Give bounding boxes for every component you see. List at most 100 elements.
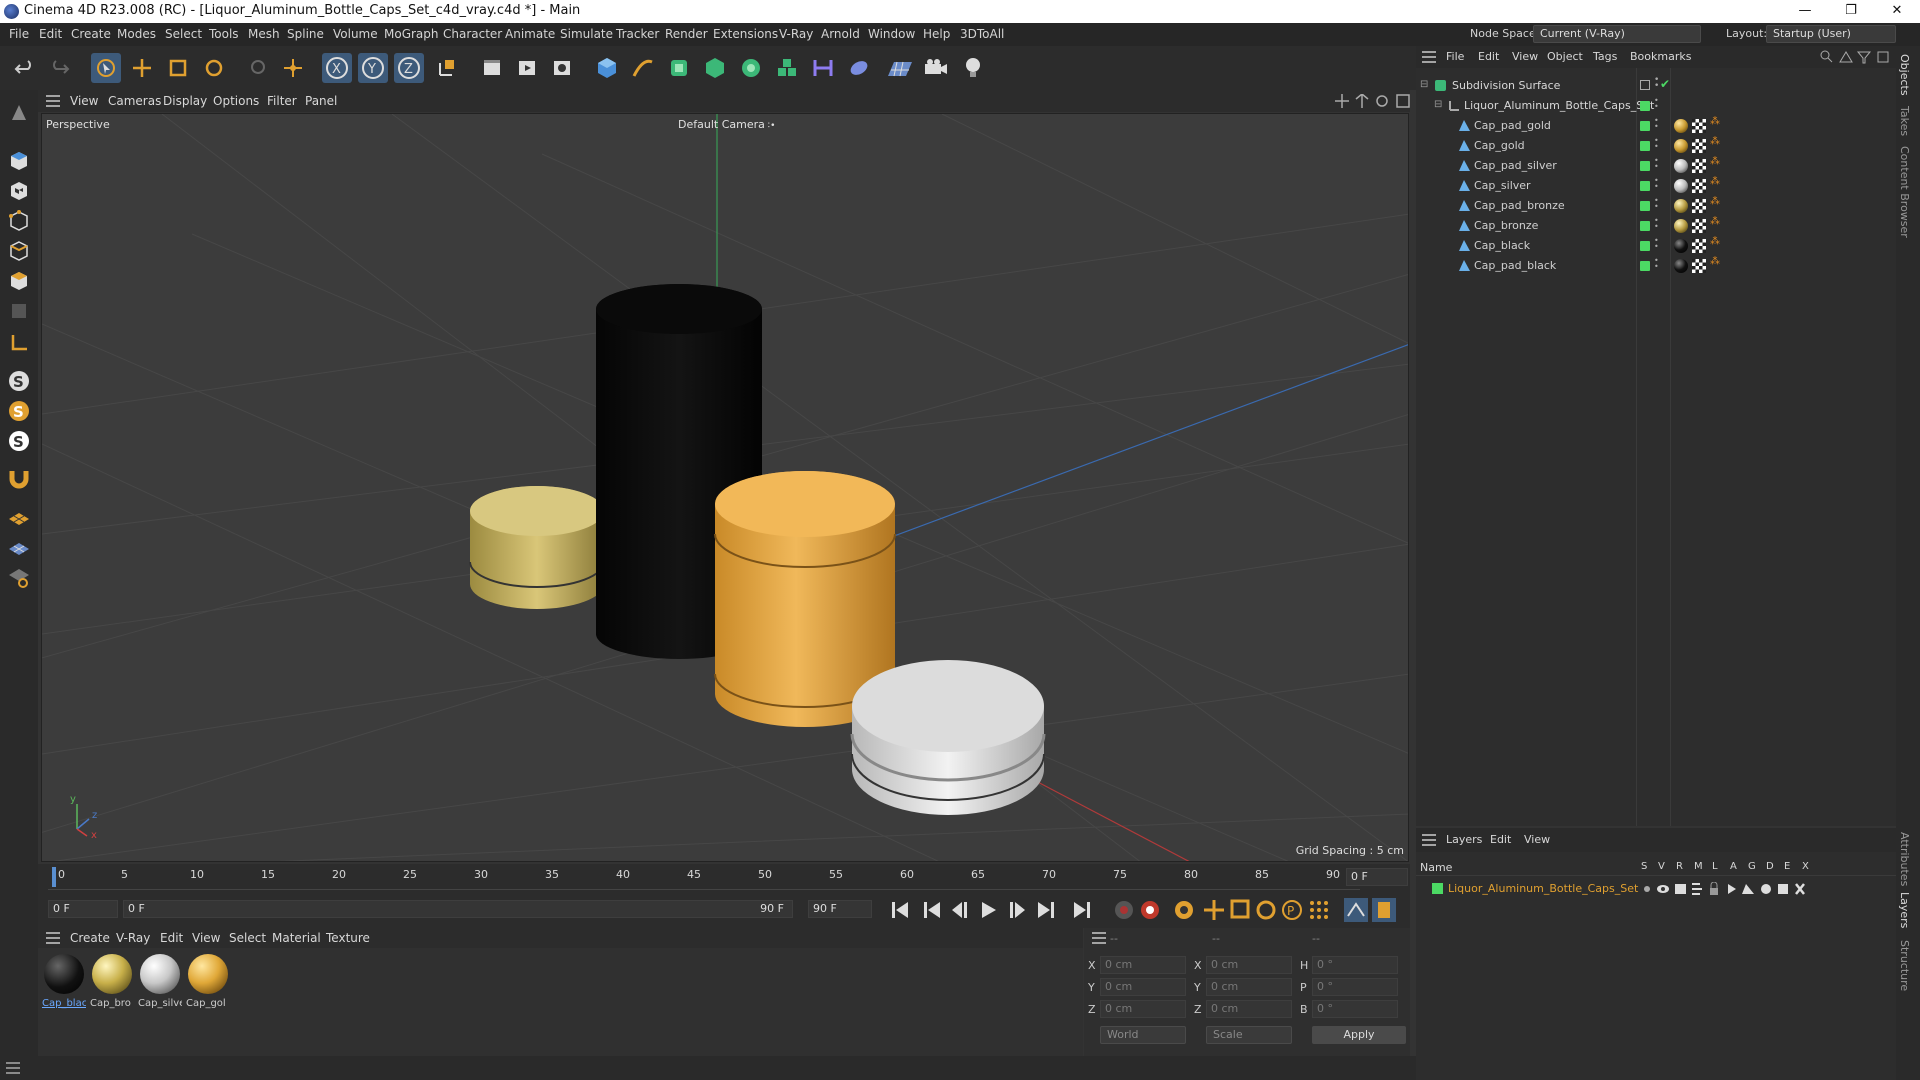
visibility-dots[interactable]: • • (1654, 157, 1659, 171)
layer-menu-view[interactable]: View (1524, 833, 1550, 846)
obj-menu-edit[interactable]: Edit (1478, 50, 1499, 63)
object-row-cap-bronze[interactable]: Cap_bronze • • ⁂ (1416, 216, 1896, 236)
extrude-button[interactable] (700, 53, 730, 83)
layer-name[interactable]: Liquor_Aluminum_Bottle_Caps_Set (1448, 882, 1638, 895)
size-z-field[interactable]: 0 cm (1206, 1000, 1292, 1018)
workplane-snap-button[interactable]: S (4, 426, 34, 456)
3d-viewport[interactable]: Perspective Default Camera ∶• y z x Grid… (41, 113, 1409, 862)
coordinate-system-button[interactable] (432, 53, 462, 83)
texture-mode-button[interactable] (4, 176, 34, 206)
vray-tag-icon[interactable]: ⁂ (1710, 116, 1720, 127)
timeline-end-field[interactable]: 0 F (1346, 868, 1408, 886)
enabled-check-icon[interactable]: ✔ (1660, 77, 1670, 91)
cap-silver-model[interactable] (850, 660, 1046, 815)
obj-menu-view[interactable]: View (1512, 50, 1538, 63)
uvw-tag-icon[interactable] (1692, 219, 1706, 233)
tab-structure[interactable]: Structure (1898, 940, 1911, 991)
render-settings-button[interactable] (547, 53, 577, 83)
size-y-field[interactable]: 0 cm (1206, 978, 1292, 996)
menu-edit[interactable]: Edit (39, 27, 62, 41)
menu-modes[interactable]: Modes (117, 27, 156, 41)
menu-arnold[interactable]: Arnold (821, 27, 860, 41)
material-tag-icon[interactable] (1674, 259, 1688, 273)
viewport-camera-label[interactable]: Default Camera ∶• (678, 118, 775, 131)
field-button[interactable] (844, 53, 874, 83)
maximize-button[interactable]: ❐ (1828, 0, 1874, 23)
collapse-toggle-icon[interactable]: ⊟ (1434, 99, 1442, 110)
tab-takes[interactable]: Takes (1898, 106, 1911, 136)
size-x-field[interactable]: 0 cm (1206, 956, 1292, 974)
layer-row[interactable]: Liquor_Aluminum_Bottle_Caps_Set (1416, 880, 1896, 898)
rot-p-field[interactable]: 0 ° (1312, 978, 1398, 996)
cube-primitive-button[interactable] (592, 53, 622, 83)
pos-z-field[interactable]: 0 cm (1100, 1000, 1186, 1018)
floor-button[interactable] (885, 53, 915, 83)
pos-x-field[interactable]: 0 cm (1100, 956, 1186, 974)
timeline-ruler[interactable]: 0 5 10 15 20 25 30 35 40 45 50 55 60 65 … (38, 864, 1410, 890)
object-row-cap-black[interactable]: Cap_black • • ⁂ (1416, 236, 1896, 256)
hamburger-menu-icon[interactable] (46, 95, 60, 107)
make-editable-button[interactable] (4, 98, 34, 128)
viewport-menu-cameras[interactable]: Cameras (108, 94, 161, 108)
visibility-dots[interactable]: • • (1654, 76, 1659, 91)
menu-file[interactable]: File (9, 27, 29, 41)
vray-tag-icon[interactable]: ⁂ (1710, 196, 1720, 207)
layer-menu-edit[interactable]: Edit (1490, 833, 1511, 846)
visibility-dots[interactable]: • • (1654, 117, 1659, 131)
snap-button[interactable]: S (4, 366, 34, 396)
object-row-cap-pad-bronze[interactable]: Cap_pad_bronze • • ⁂ (1416, 196, 1896, 216)
menu-help[interactable]: Help (923, 27, 950, 41)
vray-tag-icon[interactable]: ⁂ (1710, 176, 1720, 187)
visibility-dots[interactable]: • • (1654, 217, 1659, 231)
menu-simulate[interactable]: Simulate (560, 27, 613, 41)
menu-tools[interactable]: Tools (209, 27, 239, 41)
tab-objects[interactable]: Objects (1898, 54, 1911, 96)
mat-menu-create[interactable]: Create (70, 931, 110, 945)
y-axis-lock-button[interactable]: Y (358, 53, 388, 83)
layer-color-swatch[interactable] (1640, 261, 1650, 271)
coordinate-space-select[interactable]: World (1100, 1026, 1186, 1044)
menu-select[interactable]: Select (165, 27, 202, 41)
camera-button[interactable] (921, 53, 951, 83)
layer-color-swatch[interactable] (1640, 121, 1650, 131)
uvw-tag-icon[interactable] (1692, 159, 1706, 173)
layout-select[interactable]: Startup (User) (1766, 25, 1896, 43)
uv-mode-button[interactable] (4, 296, 34, 326)
vray-tag-icon[interactable]: ⁂ (1710, 216, 1720, 227)
object-hamburger-icon[interactable] (1422, 51, 1436, 63)
axis-mode-button[interactable] (4, 328, 34, 358)
visibility-dots[interactable]: • • (1654, 137, 1659, 151)
pos-y-field[interactable]: 0 cm (1100, 978, 1186, 996)
visibility-dots[interactable]: • • (1654, 97, 1659, 111)
material-tag-icon[interactable] (1674, 139, 1688, 153)
deformer-button[interactable] (808, 53, 838, 83)
viewport-menu-options[interactable]: Options (213, 94, 259, 108)
material-tag-icon[interactable] (1674, 239, 1688, 253)
material-cap-black[interactable]: Cap_blac (42, 948, 86, 1012)
scale-tool-button[interactable] (163, 53, 193, 83)
viewport-menu-panel[interactable]: Panel (305, 94, 337, 108)
viewport-menu-filter[interactable]: Filter (267, 94, 297, 108)
visibility-dots[interactable]: • • (1654, 257, 1659, 271)
rot-b-field[interactable]: 0 ° (1312, 1000, 1398, 1018)
mat-menu-vray[interactable]: V-Ray (116, 931, 150, 945)
z-axis-lock-button[interactable]: Z (394, 53, 424, 83)
apply-button[interactable]: Apply (1312, 1026, 1406, 1044)
menu-volume[interactable]: Volume (333, 27, 378, 41)
obj-menu-file[interactable]: File (1446, 50, 1464, 63)
layer-hamburger-icon[interactable] (1422, 834, 1436, 846)
menu-window[interactable]: Window (868, 27, 915, 41)
uvw-tag-icon[interactable] (1692, 199, 1706, 213)
render-picture-viewer-button[interactable] (512, 53, 542, 83)
layer-color-swatch[interactable] (1640, 201, 1650, 211)
move-tool-button[interactable] (127, 53, 157, 83)
live-select-button[interactable] (242, 53, 272, 83)
rotate-tool-button[interactable] (199, 53, 229, 83)
collapse-toggle-icon[interactable]: ⊟ (1420, 79, 1428, 90)
obj-menu-tags[interactable]: Tags (1593, 50, 1617, 63)
visibility-dots[interactable]: • • (1654, 177, 1659, 191)
vray-tag-icon[interactable]: ⁂ (1710, 236, 1720, 247)
coords-hamburger-icon[interactable] (1092, 932, 1106, 944)
layer-menu-layers[interactable]: Layers (1446, 833, 1482, 846)
material-tag-icon[interactable] (1674, 199, 1688, 213)
